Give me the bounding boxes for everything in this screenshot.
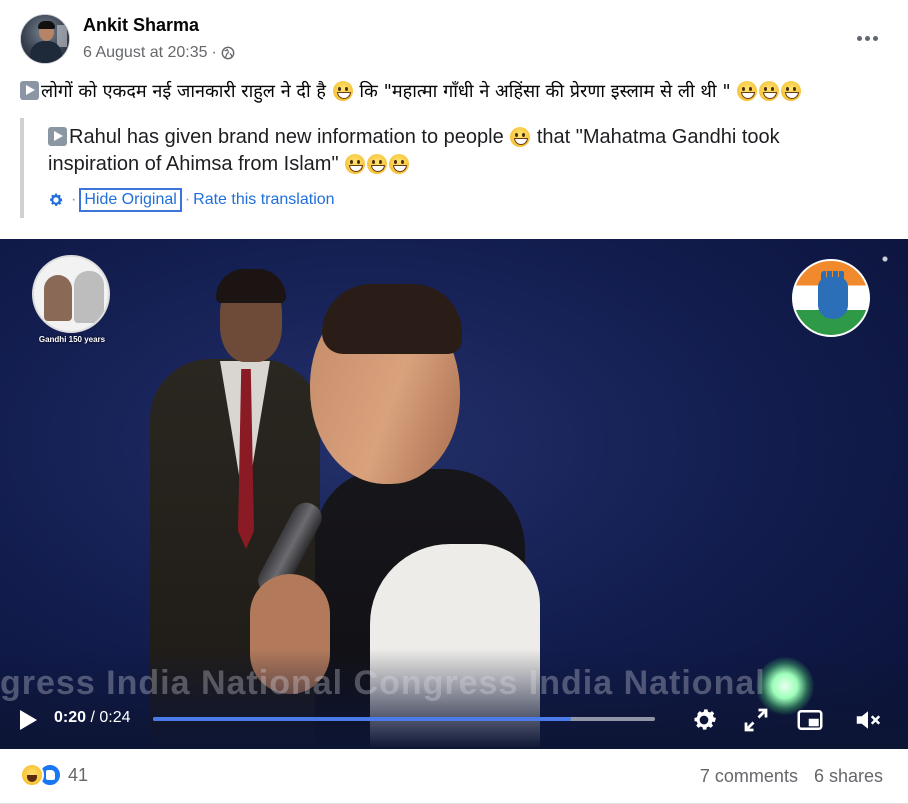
hide-original-link[interactable]: Hide Original: [79, 188, 182, 212]
grinning-face-emoji-icon: [737, 81, 758, 101]
video-progress-fill: [153, 717, 572, 721]
video-controls: 0:20 / 0:24: [0, 697, 908, 747]
original-text-part1: लोगों को एकदम नई जानकारी राहुल ने दी है: [41, 81, 326, 102]
controls-separator: ·: [184, 191, 191, 208]
grinning-face-emoji-icon: [389, 154, 410, 174]
original-text-part2: कि "महात्मा गाँधी ने अहिंसा की प्रेरणा इ…: [359, 81, 731, 102]
grinning-face-emoji-icon: [781, 81, 802, 101]
reaction-count[interactable]: 41: [68, 765, 88, 786]
more-options-icon[interactable]: [852, 28, 882, 48]
play-button-emoji-icon: [20, 81, 39, 100]
post-timestamp[interactable]: 6 August at 20:35: [83, 44, 208, 62]
globe-icon[interactable]: [221, 46, 235, 60]
picture-in-picture-icon[interactable]: [795, 705, 825, 735]
play-button-emoji-icon: [48, 127, 67, 146]
congress-party-logo: [792, 259, 870, 337]
gandhi-150-logo: Gandhi 150 years: [32, 255, 112, 351]
author-name[interactable]: Ankit Sharma: [83, 15, 199, 36]
translated-text-part1: Rahul has given brand new information to…: [69, 126, 504, 148]
translated-text: Rahul has given brand new information to…: [48, 124, 848, 178]
sparkle-decoration: [870, 245, 900, 273]
grinning-face-emoji-icon: [345, 154, 366, 174]
rate-translation-link[interactable]: Rate this translation: [193, 191, 334, 209]
grinning-face-emoji-icon: [332, 81, 353, 101]
haha-reaction-icon: [20, 763, 44, 787]
post-meta: 6 August at 20:35 ·: [83, 44, 235, 62]
meta-separator: ·: [211, 44, 217, 61]
reactions-summary[interactable]: 41: [20, 763, 88, 787]
grinning-face-emoji-icon: [759, 81, 780, 101]
engagement-counts: 7 comments 6 shares: [700, 766, 883, 787]
video-progress-bar[interactable]: [153, 717, 655, 721]
grinning-face-emoji-icon: [510, 127, 531, 147]
gandhi-150-logo-caption: Gandhi 150 years: [38, 335, 106, 344]
shares-count[interactable]: 6 shares: [814, 766, 883, 787]
duration: 0:24: [99, 709, 131, 726]
video-time: 0:20 / 0:24: [54, 709, 131, 727]
settings-gear-icon[interactable]: [689, 705, 719, 735]
video-player[interactable]: gress India National Congress India Nati…: [0, 239, 908, 749]
comments-count[interactable]: 7 comments: [700, 766, 798, 787]
controls-separator: ·: [71, 191, 77, 208]
post-footer: 41 7 comments 6 shares: [0, 749, 908, 804]
post-header: Ankit Sharma 6 August at 20:35 ·: [0, 0, 908, 76]
translation-controls: · Hide Original · Rate this translation: [48, 188, 335, 212]
settings-gear-icon[interactable]: [48, 192, 64, 208]
translation-block: Rahul has given brand new information to…: [20, 118, 880, 218]
current-time: 0:20: [54, 709, 87, 726]
time-separator: /: [86, 709, 100, 726]
author-avatar[interactable]: [20, 14, 70, 64]
play-icon[interactable]: [18, 709, 38, 731]
post-text-original: लोगों को एकदम नई जानकारी राहुल ने दी है …: [20, 80, 890, 104]
fullscreen-icon[interactable]: [741, 705, 771, 735]
muted-volume-icon[interactable]: [853, 705, 883, 735]
grinning-face-emoji-icon: [367, 154, 388, 174]
